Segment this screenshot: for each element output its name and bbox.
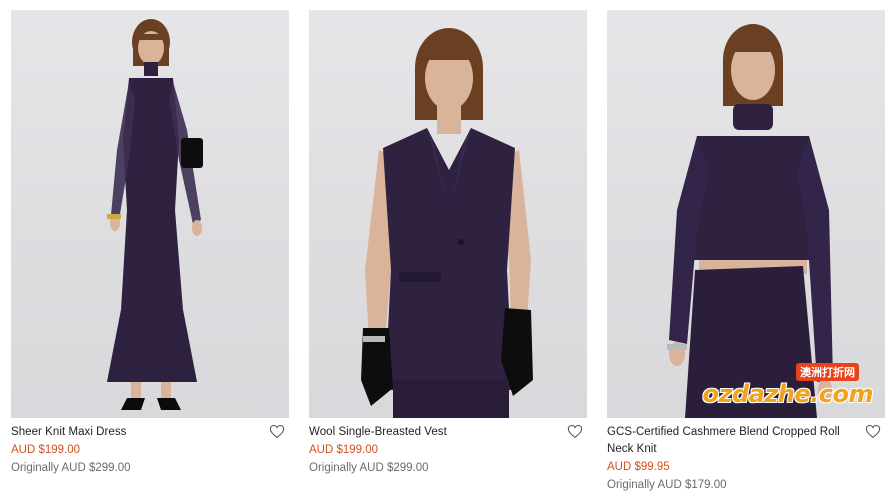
wishlist-heart-icon[interactable]	[865, 424, 881, 439]
product-image[interactable]	[309, 10, 587, 418]
sale-price: AUD $199.00	[11, 444, 81, 456]
model-photo-maxi-dress	[107, 19, 203, 410]
watermark-logo: ozdazhe.com	[702, 380, 873, 408]
product-image[interactable]	[11, 10, 289, 418]
product-card[interactable]: 澳洲打折网 ozdazhe.com GCS-Certified Cashmere…	[607, 10, 885, 494]
product-info: GCS-Certified Cashmere Blend Cropped Rol…	[607, 418, 885, 494]
model-photo-knit	[667, 24, 833, 418]
watermark-tagline: 澳洲打折网	[796, 363, 859, 381]
product-image[interactable]: 澳洲打折网 ozdazhe.com	[607, 10, 885, 418]
product-name[interactable]: Wool Single-Breasted Vest	[309, 424, 587, 441]
product-grid: Sheer Knit Maxi Dress AUD $199.00 Origin…	[0, 0, 892, 501]
original-price: Originally AUD $179.00	[607, 479, 727, 491]
original-price: Originally AUD $299.00	[11, 462, 131, 474]
wishlist-heart-icon[interactable]	[567, 424, 583, 439]
product-name[interactable]: Sheer Knit Maxi Dress	[11, 424, 289, 441]
product-card[interactable]: Wool Single-Breasted Vest AUD $199.00 Or…	[309, 10, 587, 477]
original-price: Originally AUD $299.00	[309, 462, 429, 474]
model-photo-vest	[361, 28, 533, 418]
product-info: Sheer Knit Maxi Dress AUD $199.00 Origin…	[11, 418, 289, 477]
sale-price: AUD $199.00	[309, 444, 379, 456]
wishlist-heart-icon[interactable]	[269, 424, 285, 439]
product-card[interactable]: Sheer Knit Maxi Dress AUD $199.00 Origin…	[11, 10, 289, 477]
product-name[interactable]: GCS-Certified Cashmere Blend Cropped Rol…	[607, 424, 885, 458]
sale-price: AUD $99.95	[607, 461, 670, 473]
product-info: Wool Single-Breasted Vest AUD $199.00 Or…	[309, 418, 587, 477]
